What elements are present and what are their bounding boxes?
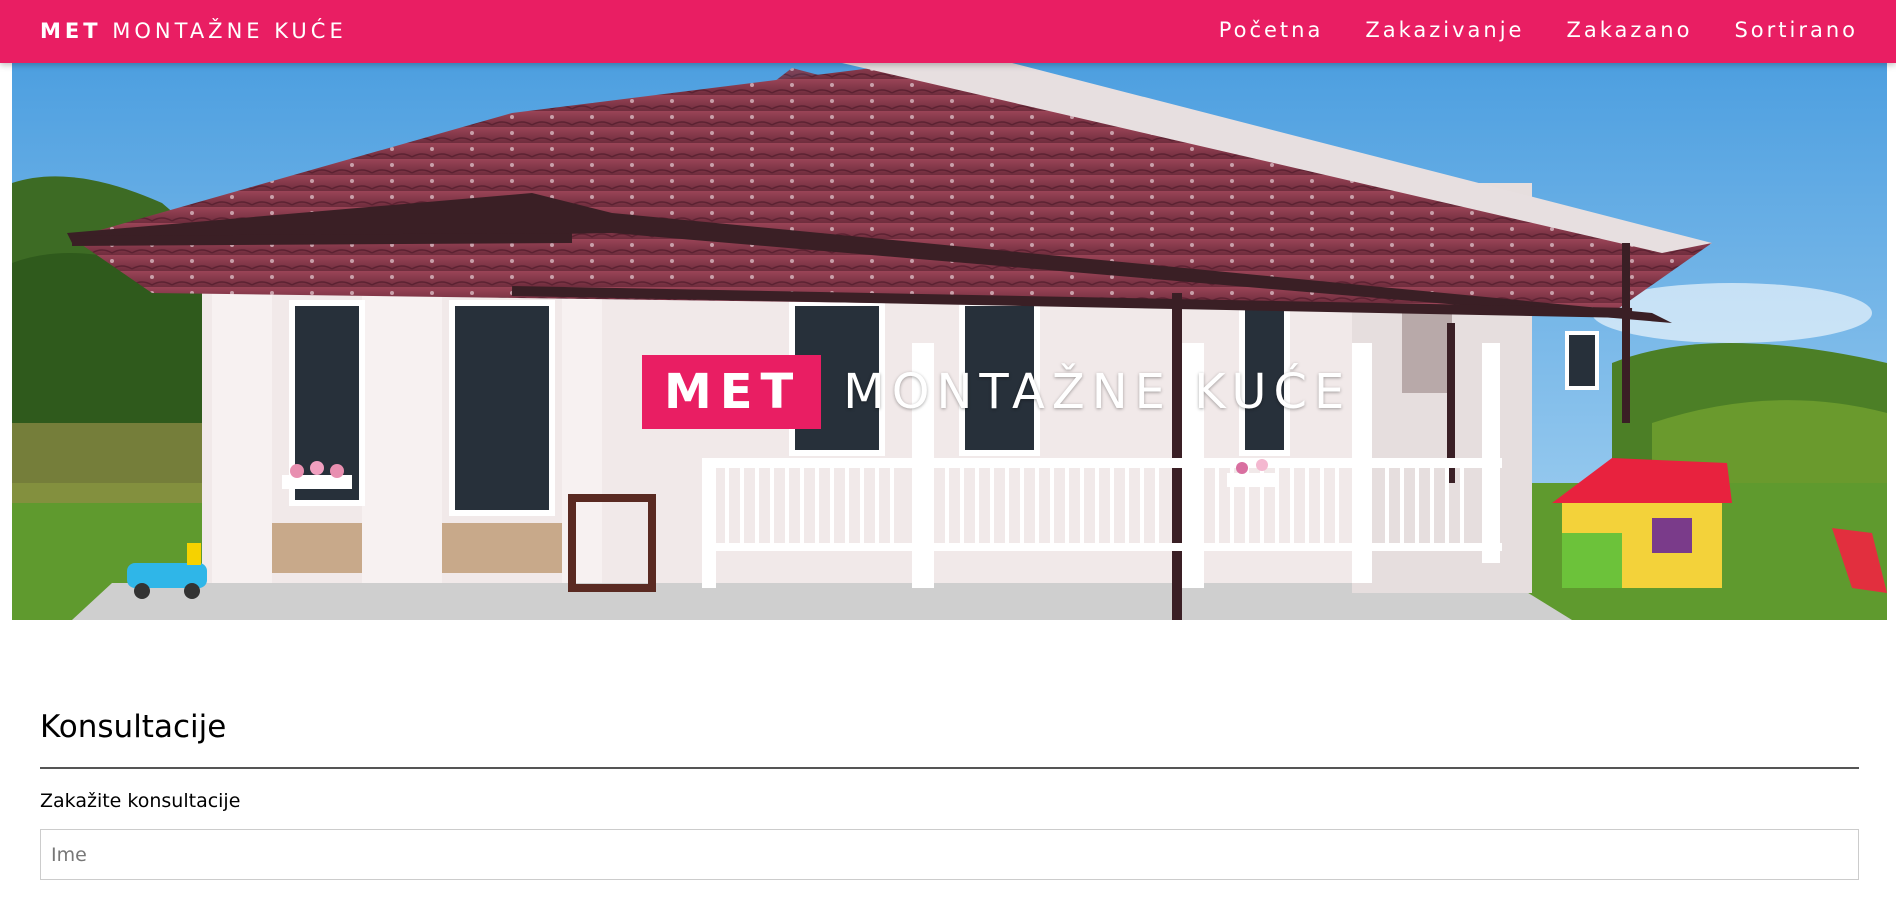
hero-title: MET MONTAŽNE KUĆE	[642, 355, 1351, 429]
nav-zakazano[interactable]: Zakazano	[1566, 18, 1692, 42]
form-subtitle: Zakažite konsultacije	[40, 790, 241, 812]
brand-rest: MONTAŽNE KUĆE	[112, 19, 347, 43]
nav-sortirano[interactable]: Sortirano	[1734, 18, 1858, 42]
main-nav: Početna Zakazivanje Zakazano Sortirano	[1219, 18, 1858, 42]
consultation-section: Konsultacije Zakažite konsultacije	[40, 700, 1859, 880]
section-title: Konsultacije	[40, 709, 227, 745]
name-input[interactable]	[40, 829, 1859, 880]
hero-title-text: MONTAŽNE KUĆE	[843, 364, 1352, 420]
hero-house-image	[12, 63, 1887, 620]
section-divider	[40, 767, 1859, 769]
nav-pocetna[interactable]: Početna	[1219, 18, 1324, 42]
nav-zakazivanje[interactable]: Zakazivanje	[1365, 18, 1524, 42]
brand-bold: MET	[40, 19, 102, 43]
hero-title-badge: MET	[642, 355, 822, 429]
hero-banner: MET MONTAŽNE KUĆE	[12, 63, 1887, 620]
top-navbar: MET MONTAŽNE KUĆE Početna Zakazivanje Za…	[0, 0, 1896, 63]
brand-logo[interactable]: MET MONTAŽNE KUĆE	[40, 19, 347, 43]
